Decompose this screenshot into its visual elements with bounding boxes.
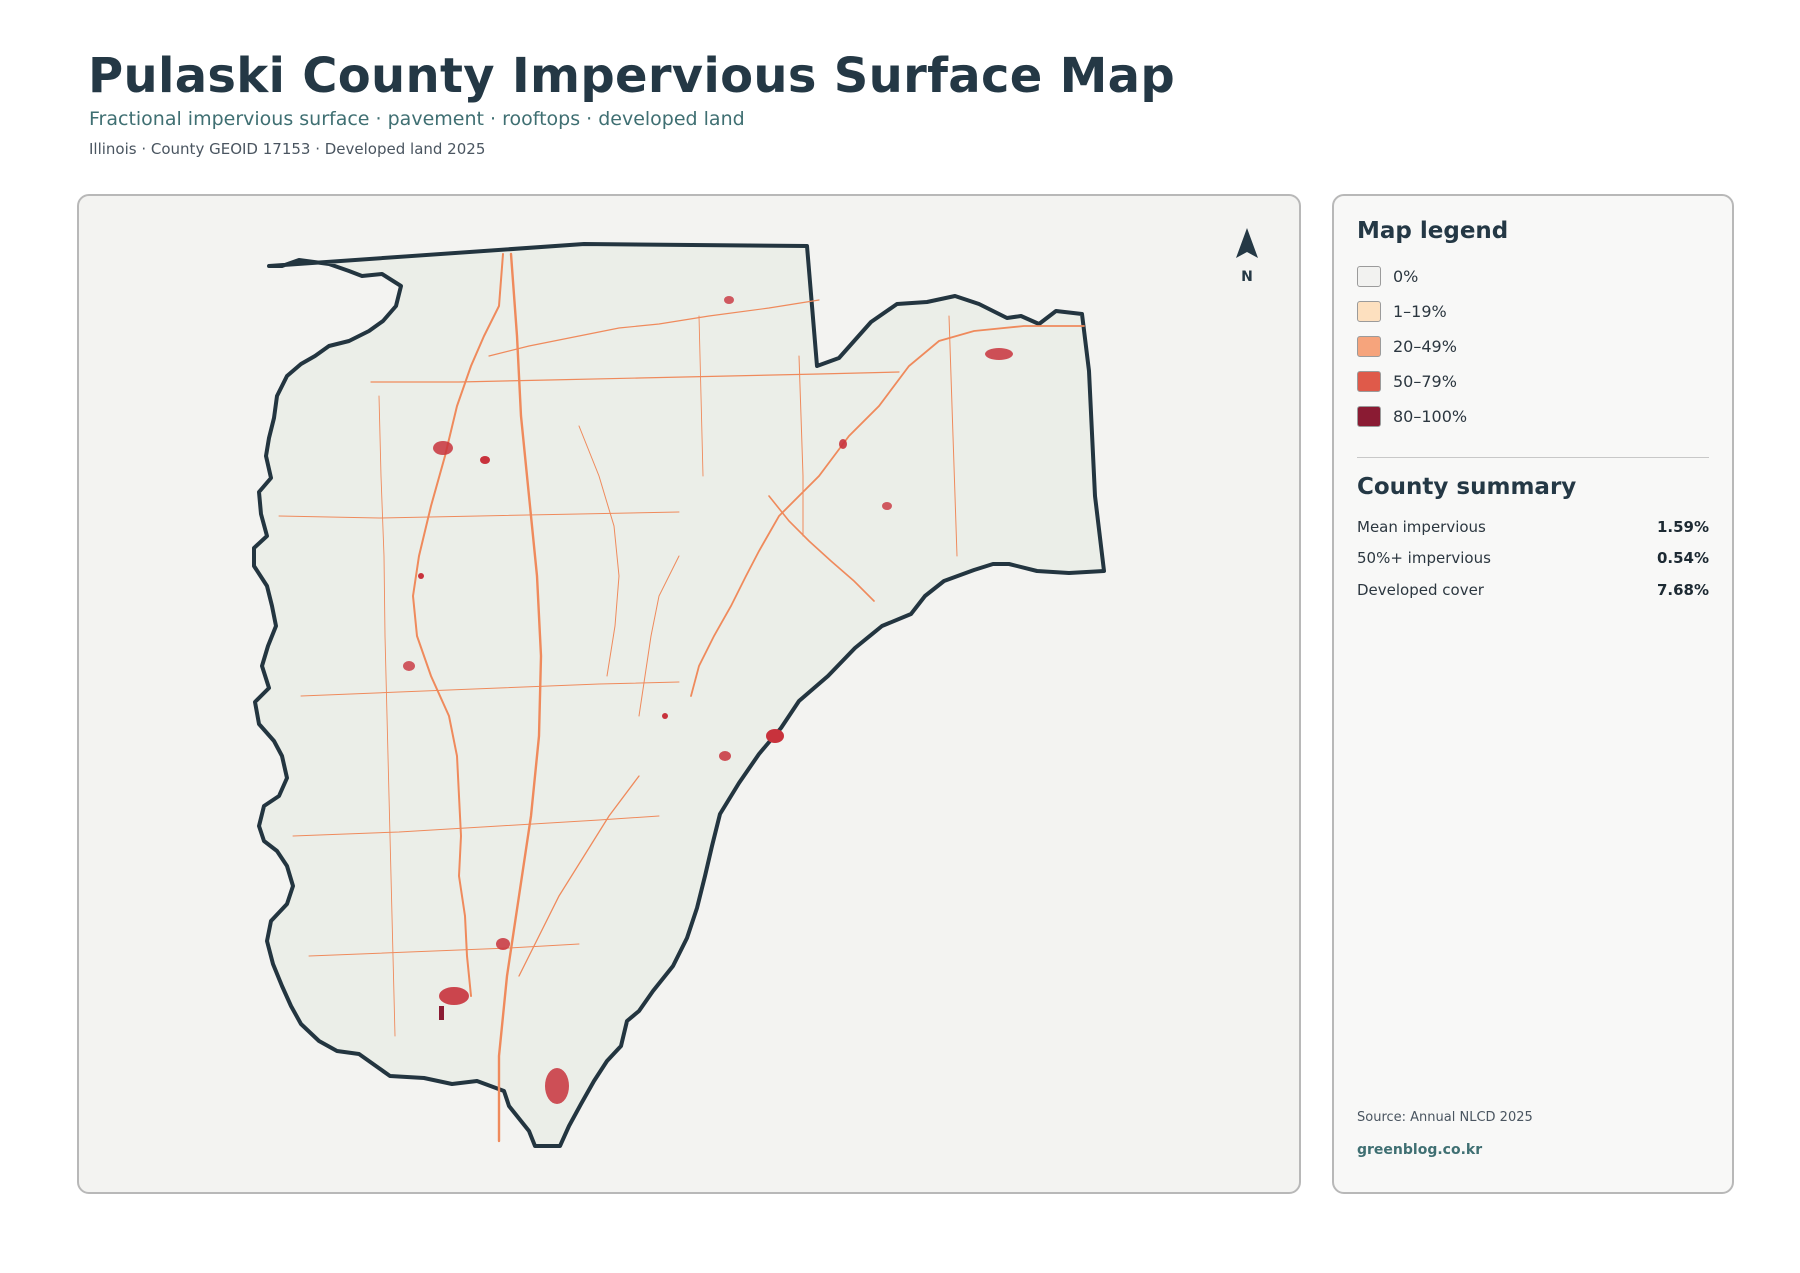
legend-swatch <box>1357 406 1381 427</box>
summary-row: 50%+ impervious 0.54% <box>1357 549 1709 567</box>
summary-value: 7.68% <box>1656 581 1709 599</box>
legend-title: Map legend <box>1357 218 1509 244</box>
legend-label: 50–79% <box>1393 372 1457 391</box>
summary-row: Mean impervious 1.59% <box>1357 518 1709 536</box>
legend-item: 1–19% <box>1357 301 1447 322</box>
legend-item: 20–49% <box>1357 336 1457 357</box>
legend-swatch <box>1357 266 1381 287</box>
summary-label: Mean impervious <box>1357 518 1486 536</box>
legend-item: 50–79% <box>1357 371 1457 392</box>
summary-title: County summary <box>1357 474 1577 500</box>
north-label: N <box>1241 269 1253 285</box>
legend-divider <box>1357 457 1709 458</box>
summary-row: Developed cover 7.68% <box>1357 581 1709 599</box>
legend-item: 0% <box>1357 266 1418 287</box>
map-frame[interactable]: N <box>77 194 1301 1194</box>
legend-label: 20–49% <box>1393 337 1457 356</box>
north-arrow: N <box>1236 228 1258 285</box>
source-note: Source: Annual NLCD 2025 <box>1357 1110 1533 1125</box>
summary-value: 1.59% <box>1656 518 1709 536</box>
legend-panel: Map legend 0% 1–19% 20–49% 50–79% 80–100… <box>1332 194 1734 1194</box>
legend-swatch <box>1357 301 1381 322</box>
map-canvas[interactable]: N <box>79 196 1301 1194</box>
north-arrow-icon <box>1236 228 1258 258</box>
summary-label: Developed cover <box>1357 581 1484 599</box>
legend-item: 80–100% <box>1357 406 1467 427</box>
legend-label: 0% <box>1393 267 1419 286</box>
legend-label: 1–19% <box>1393 302 1447 321</box>
legend-swatch <box>1357 336 1381 357</box>
page-title: Pulaski County Impervious Surface Map <box>88 48 1175 104</box>
legend-label: 80–100% <box>1393 407 1468 426</box>
summary-value: 0.54% <box>1656 549 1709 567</box>
legend-swatch <box>1357 371 1381 392</box>
page-meta: Illinois · County GEOID 17153 · Develope… <box>89 140 486 158</box>
site-link[interactable]: greenblog.co.kr <box>1357 1142 1482 1158</box>
summary-label: 50%+ impervious <box>1357 549 1491 567</box>
county-boundary <box>252 242 1106 1148</box>
page-subtitle: Fractional impervious surface · pavement… <box>89 108 745 130</box>
